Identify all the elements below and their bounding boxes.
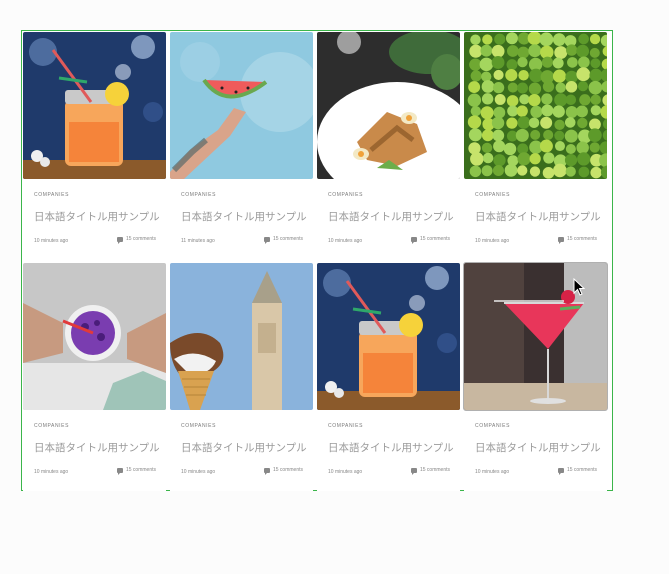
comment-icon [557,236,564,244]
article-category[interactable]: COMPANIES [181,192,216,198]
comments-link[interactable]: 15 comments [116,467,156,475]
article-timestamp: 10 minutes ago [34,469,69,475]
thumbnail-image[interactable] [317,263,460,410]
article-title[interactable]: 日本語タイトル用サンプル [34,440,160,455]
article-timestamp: 10 minutes ago [34,238,69,244]
comment-icon [116,236,123,244]
comment-icon [410,236,417,244]
comments-count: 15 comments [272,467,303,473]
thumbnail-image[interactable] [170,32,313,179]
comments-link[interactable]: 15 comments [410,236,450,244]
comments-link[interactable]: 15 comments [263,467,303,475]
article-grid: COMPANIES 日本語タイトル用サンプル 10 minutes ago 15… [22,31,612,491]
comments-count: 15 comments [125,467,156,473]
article-category[interactable]: COMPANIES [181,423,216,429]
article-category[interactable]: COMPANIES [34,423,69,429]
article-title[interactable]: 日本語タイトル用サンプル [34,209,160,224]
article-category[interactable]: COMPANIES [475,423,510,429]
article-title[interactable]: 日本語タイトル用サンプル [181,440,307,455]
thumbnail-image[interactable] [23,32,166,179]
article-timestamp: 11 minutes ago [181,238,215,244]
comments-link[interactable]: 15 comments [557,467,597,475]
mouse-pointer-icon [573,277,586,301]
article-title[interactable]: 日本語タイトル用サンプル [328,209,454,224]
comments-link[interactable]: 15 comments [557,236,597,244]
comments-count: 15 comments [419,236,450,242]
comments-count: 15 comments [566,236,597,242]
article-card[interactable]: COMPANIES 日本語タイトル用サンプル 10 minutes ago 15… [23,263,166,491]
article-timestamp: 10 minutes ago [475,238,510,244]
article-timestamp: 10 minutes ago [181,469,216,475]
article-category[interactable]: COMPANIES [34,192,69,198]
comment-icon [557,467,564,475]
comments-count: 15 comments [566,467,597,473]
article-card[interactable]: COMPANIES 日本語タイトル用サンプル 10 minutes ago 15… [464,32,607,260]
article-timestamp: 10 minutes ago [328,469,363,475]
comment-icon [263,467,270,475]
comments-link[interactable]: 15 comments [410,467,450,475]
article-category[interactable]: COMPANIES [475,192,510,198]
comments-count: 15 comments [419,467,450,473]
article-title[interactable]: 日本語タイトル用サンプル [475,209,601,224]
comment-icon [410,467,417,475]
article-category[interactable]: COMPANIES [328,192,363,198]
article-card[interactable]: COMPANIES 日本語タイトル用サンプル 10 minutes ago 15… [317,32,460,260]
comments-count: 15 comments [272,236,303,242]
article-title[interactable]: 日本語タイトル用サンプル [475,440,601,455]
article-card[interactable]: COMPANIES 日本語タイトル用サンプル 10 minutes ago 15… [23,32,166,260]
comment-icon [263,236,270,244]
article-card[interactable]: COMPANIES 日本語タイトル用サンプル 11 minutes ago 15… [170,32,313,260]
thumbnail-image[interactable] [317,32,460,179]
article-grid-frame: COMPANIES 日本語タイトル用サンプル 10 minutes ago 15… [21,30,613,491]
comments-link[interactable]: 15 comments [116,236,156,244]
thumbnail-image[interactable] [23,263,166,410]
article-title[interactable]: 日本語タイトル用サンプル [181,209,307,224]
thumbnail-image[interactable] [463,262,608,411]
article-card[interactable]: COMPANIES 日本語タイトル用サンプル 10 minutes ago 15… [170,263,313,491]
comments-count: 15 comments [125,236,156,242]
article-timestamp: 10 minutes ago [328,238,363,244]
article-title[interactable]: 日本語タイトル用サンプル [328,440,454,455]
thumbnail-image[interactable] [170,263,313,410]
article-card[interactable]: COMPANIES 日本語タイトル用サンプル 10 minutes ago 15… [463,262,608,491]
article-category[interactable]: COMPANIES [328,423,363,429]
article-card[interactable]: COMPANIES 日本語タイトル用サンプル 10 minutes ago 15… [317,263,460,491]
thumbnail-image[interactable] [464,32,607,179]
article-timestamp: 10 minutes ago [475,469,510,475]
comments-link[interactable]: 15 comments [263,236,303,244]
comment-icon [116,467,123,475]
